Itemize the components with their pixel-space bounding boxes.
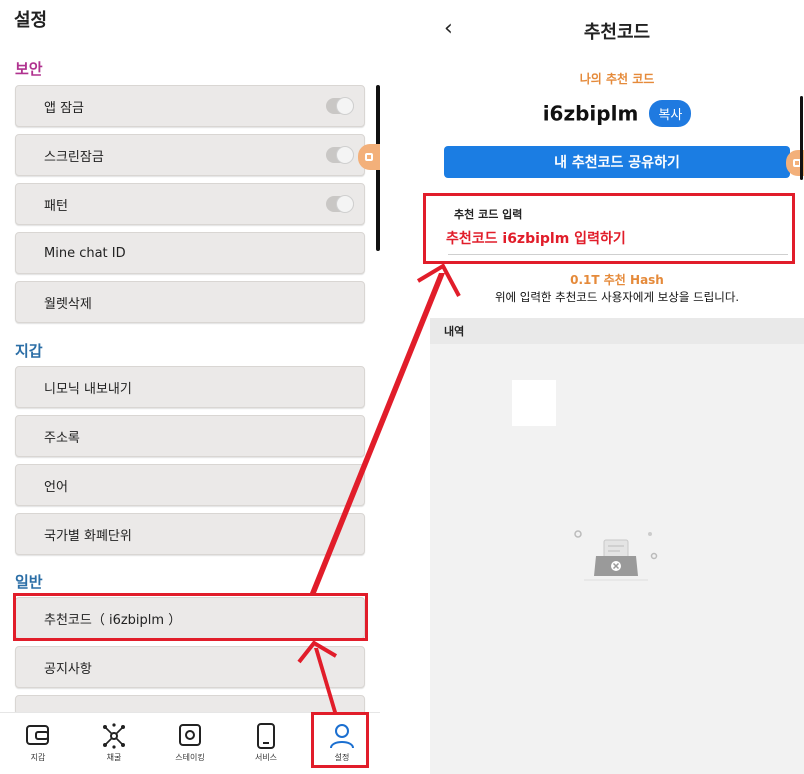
screenshot: 설정 보안 앱 잠금 스크린잠금 패턴 Mine chat ID 월렛삭제 지갑… [0, 0, 804, 774]
arrow-up [314, 648, 337, 712]
arrow-diagonal [310, 273, 445, 593]
annotation-arrows [297, 263, 461, 712]
